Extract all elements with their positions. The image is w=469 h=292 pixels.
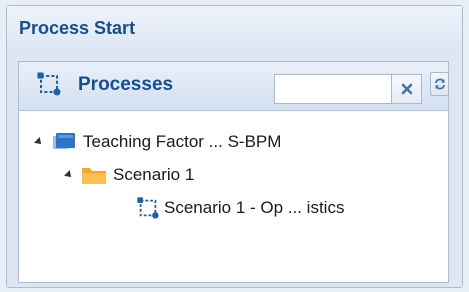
tree-node-label: Teaching Factor ... S-BPM (83, 132, 282, 151)
processes-header: Processes (19, 62, 449, 111)
tree-node-process[interactable]: Scenario 1 - Op ... istics (136, 194, 344, 222)
expand-toggle-icon[interactable] (64, 170, 74, 180)
layers-icon (53, 133, 75, 149)
process-icon (137, 197, 159, 219)
refresh-button[interactable] (430, 72, 449, 96)
processes-title: Processes (78, 74, 174, 95)
refresh-icon (434, 78, 445, 90)
close-icon (401, 83, 412, 95)
processes-panel: Processes Teaching Factor ... S-BPM Scen… (18, 61, 449, 283)
tree-node-scenario[interactable]: Scenario 1 (64, 161, 195, 189)
process-tree: Teaching Factor ... S-BPM Scenario 1 Sce… (19, 111, 448, 282)
tree-node-label: Scenario 1 - Op ... istics (164, 198, 345, 217)
tree-node-label: Scenario 1 (113, 165, 195, 184)
tree-node-root[interactable]: Teaching Factor ... S-BPM (34, 128, 282, 156)
panel-title: Process Start (19, 18, 136, 38)
clear-search-button[interactable] (392, 74, 422, 104)
app-frame: Process Start Processes Teaching Factor … (0, 0, 469, 292)
process-icon (37, 72, 61, 96)
folder-icon (82, 168, 106, 184)
expand-toggle-icon[interactable] (34, 137, 44, 147)
process-start-body: Processes Teaching Factor ... S-BPM Scen… (7, 54, 462, 287)
search-input[interactable] (274, 74, 392, 104)
process-start-header: Process Start (7, 6, 462, 55)
process-start-panel: Process Start Processes Teaching Factor … (6, 5, 463, 288)
